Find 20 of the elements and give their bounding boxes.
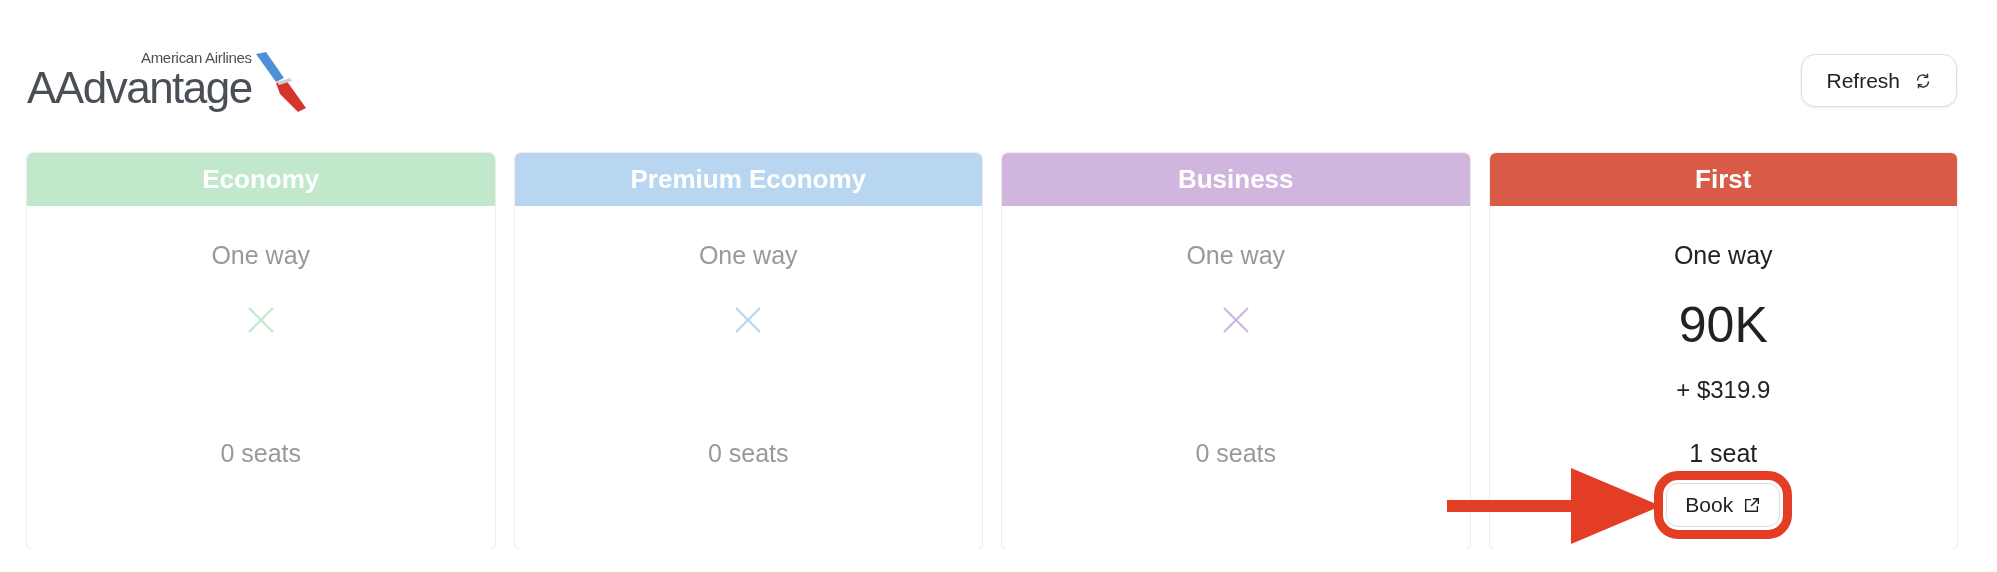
logo-program-name: AAdvantage (27, 66, 252, 110)
cabin-header: First (1489, 153, 1957, 206)
cabin-header: Premium Economy (514, 153, 982, 206)
trip-type: One way (211, 240, 311, 270)
seat-count: 1 seat (1689, 438, 1758, 468)
seat-count: 0 seats (707, 438, 789, 468)
trip-type: One way (1186, 240, 1286, 270)
cabin-header: Business (1002, 153, 1470, 206)
trip-type: One way (698, 240, 798, 270)
trip-type: One way (1673, 240, 1773, 270)
seat-count: 0 seats (220, 438, 302, 468)
miles-price: 90K (1678, 296, 1768, 355)
book-button[interactable]: Book (1666, 483, 1781, 527)
refresh-icon (1914, 71, 1932, 90)
cabin-header: Economy (27, 153, 495, 206)
fees-price: + $319.9 (1676, 375, 1771, 405)
refresh-button[interactable]: Refresh (1801, 54, 1957, 107)
seat-count: 0 seats (1195, 438, 1277, 468)
external-link-icon (1743, 496, 1762, 514)
logo-airline-name: American Airlines (140, 50, 252, 66)
